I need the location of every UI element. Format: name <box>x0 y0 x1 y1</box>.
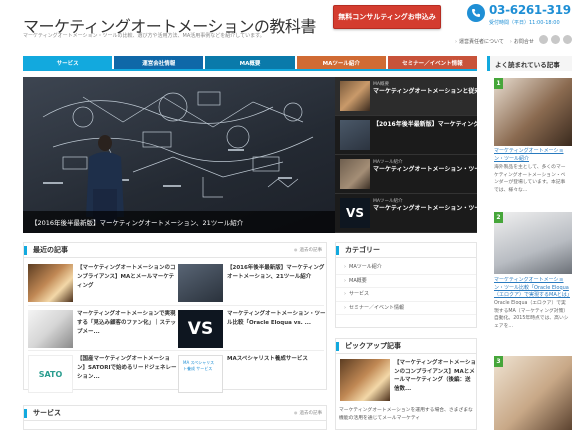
social-icons <box>539 35 572 44</box>
vs-logo: VS <box>346 206 364 220</box>
phone-number[interactable]: 03-6261-3191 <box>489 3 572 17</box>
rank-number: 1 <box>494 78 503 89</box>
global-nav: サービス 運営会社情報 MA概要 MAツール紹介 セミナー／イベント情報 <box>23 56 478 69</box>
article-thumbnail: SATO <box>28 355 73 393</box>
row-divider <box>28 305 324 306</box>
rank-number: 3 <box>494 356 503 367</box>
hero-slide[interactable]: 【2016年後半最新版】マーケティングオートメーション、21ツール紹介 <box>23 77 335 233</box>
google-plus-icon[interactable] <box>563 35 572 44</box>
category-item-ma-tools[interactable]: MAツール紹介 <box>336 261 476 275</box>
slide-title: マーケティングオートメーション・ツール比較「フロムスクラ... <box>373 205 477 212</box>
article-title: 【国産マーケティングオートメーション】SATORIで始めるリードジェネレーション… <box>77 356 177 380</box>
article-thumbnail <box>28 310 73 348</box>
category-item-seminar[interactable]: セミナー／イベント情報 <box>336 302 476 315</box>
article-thumbnail: VS <box>178 310 223 348</box>
category-item-service[interactable]: サービス <box>336 288 476 302</box>
category-item-ma-overview[interactable]: MA概要 <box>336 275 476 288</box>
article-title: MAスペシャリスト養成サービス <box>227 356 308 362</box>
free-consulting-button[interactable]: 無料コンサルティングお申込み <box>333 5 441 29</box>
rank-description: 海外製品を主として、多くのマーケティングオートメーション・ベンダーが登場していま… <box>494 165 566 193</box>
slider-item[interactable]: 【2016年後半最新版】マーケティングオートメーション、... <box>335 116 477 155</box>
rank-thumbnail[interactable]: 2 <box>494 212 572 274</box>
site-description: マーケティングオートメーション・ツールの比較、選び方や活用方法、MA活用事例など… <box>23 33 265 39</box>
operator-link[interactable]: 運営責任者について <box>455 38 504 45</box>
article-thumbnail: MA スペシャリスト養成 サービス <box>178 355 223 393</box>
slide-thumbnail <box>340 81 370 111</box>
tab-ma-overview[interactable]: MA概要 <box>205 56 295 69</box>
pickup-article-title[interactable]: 【マーケティングオートメーションのコンプライアンス】MAとメールマーケティング（… <box>394 359 476 401</box>
category-title: カテゴリー <box>336 245 380 255</box>
category-panel: カテゴリー MAツール紹介 MA概要 サービス セミナー／イベント情報 <box>335 242 477 328</box>
contact-link[interactable]: お問合せ <box>510 38 534 45</box>
phone-hours: 受付時間（平日）11:00-18:00 <box>489 20 560 26</box>
row-divider <box>28 350 324 351</box>
rank-title[interactable]: マーケティングオートメーション・ツール紹介 <box>494 148 570 163</box>
services-more-link[interactable]: 過去の記事 <box>294 410 323 416</box>
article-thumbnail <box>28 264 73 302</box>
slide-title: マーケティングオートメーション・ツール紹介 <box>373 166 477 173</box>
tab-company[interactable]: 運営会社情報 <box>114 56 204 69</box>
rank-description: Oracle Eloqua（エロクア）で実現するMA（マーケティング対策）自動化… <box>494 301 569 329</box>
tab-service[interactable]: サービス <box>23 56 113 69</box>
slide-thumbnail <box>340 120 370 150</box>
hero-caption[interactable]: 【2016年後半最新版】マーケティングオートメーション、21ツール紹介 <box>23 211 335 233</box>
services-title: サービス <box>24 408 61 418</box>
tab-seminar[interactable]: セミナー／イベント情報 <box>387 56 478 69</box>
article-card[interactable]: MA スペシャリスト養成 サービス MAスペシャリスト養成サービス <box>178 355 328 401</box>
rank-title[interactable]: マーケティングオートメーション・ツール比較「Oracle Eloqua（エロクア… <box>494 277 570 299</box>
rank-thumbnail[interactable]: 1 <box>494 78 572 146</box>
utility-links: 運営責任者について お問合せ <box>455 38 534 45</box>
sato-logo: SATO <box>38 369 63 379</box>
facebook-icon[interactable] <box>551 35 560 44</box>
article-card[interactable]: SATO 【国産マーケティングオートメーション】SATORIで始めるリードジェネ… <box>28 355 178 401</box>
article-thumbnail <box>178 264 223 302</box>
pickup-title: ピックアップ記事 <box>336 341 401 351</box>
vs-logo: VS <box>187 319 214 339</box>
slider-item[interactable]: MAツール紹介 マーケティングオートメーション・ツール紹介 <box>335 155 477 194</box>
slide-thumbnail: VS <box>340 198 370 228</box>
nav-accent-bar <box>23 69 477 71</box>
slide-thumbnail <box>340 159 370 189</box>
article-card[interactable]: 【2016年後半最新版】マーケティングオートメーション、21ツール紹介 <box>178 264 328 310</box>
article-title: マーケティングオートメーション・ツール比較「Oracle Eloqua vs. … <box>227 311 326 326</box>
businessman-figure <box>86 135 124 223</box>
pickup-thumbnail[interactable] <box>340 359 390 401</box>
slider-item[interactable]: MA概要 マーケティングオートメーションと従来ステップメールの違い... <box>335 77 477 116</box>
pickup-description: マーケティングオートメーションを運用する場合、さまざまな機能の活用を通じてメール… <box>339 408 473 421</box>
slider-list: MA概要 マーケティングオートメーションと従来ステップメールの違い... 【20… <box>335 77 477 233</box>
rank-number: 2 <box>494 212 503 223</box>
slide-title: 【2016年後半最新版】マーケティングオートメーション、... <box>373 121 477 128</box>
article-card[interactable]: 【マーケティングオートメーションのコンプライアンス】MAとメールマーケティング <box>28 264 178 310</box>
rss-icon[interactable] <box>539 35 548 44</box>
article-title: 【2016年後半最新版】マーケティングオートメーション、21ツール紹介 <box>227 265 325 280</box>
phone-icon <box>467 4 485 22</box>
recent-more-link[interactable]: 過去の記事 <box>294 247 323 253</box>
slider-item[interactable]: VS MAツール紹介 マーケティングオートメーション・ツール比較「フロムスクラ.… <box>335 194 477 233</box>
rank-thumbnail[interactable]: 3 <box>494 356 572 430</box>
popular-articles-title: よく読まれている記事 <box>487 56 572 71</box>
slide-title: マーケティングオートメーションと従来ステップメールの違い... <box>373 88 477 95</box>
article-title: 【マーケティングオートメーションのコンプライアンス】MAとメールマーケティング <box>77 265 176 289</box>
hero-illustration <box>42 91 314 223</box>
service-thumb-text: MA スペシャリスト養成 サービス <box>183 360 215 371</box>
article-title: マーケティングオートメーションで実現する「見込み顧客のファン化」｜ステップメー.… <box>77 311 177 335</box>
services-panel: サービス 過去の記事 <box>23 405 327 430</box>
recent-articles-title: 最近の記事 <box>24 245 68 255</box>
tab-ma-tools[interactable]: MAツール紹介 <box>296 56 386 69</box>
